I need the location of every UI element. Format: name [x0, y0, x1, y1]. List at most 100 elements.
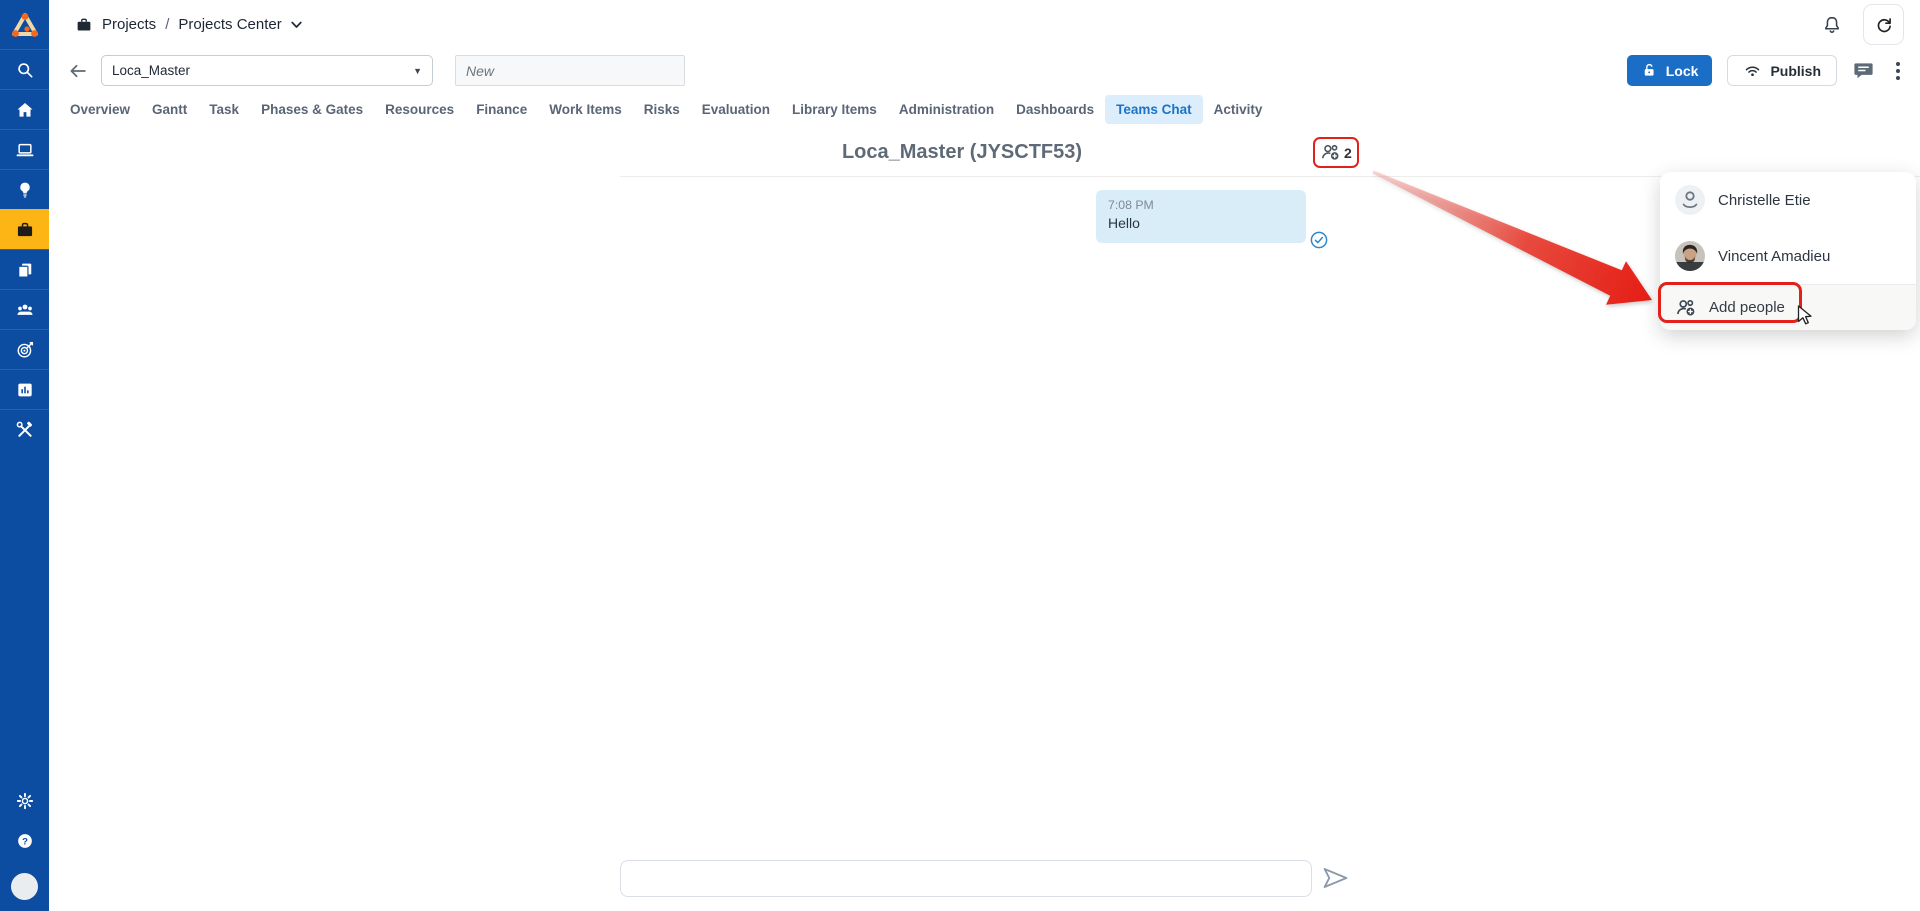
new-item-field[interactable] — [455, 55, 685, 86]
target-icon — [15, 340, 35, 360]
check-circle-icon — [1310, 231, 1328, 249]
select-caret-icon: ▼ — [413, 66, 422, 76]
tab-work-items[interactable]: Work Items — [538, 95, 633, 124]
tab-gantt[interactable]: Gantt — [141, 95, 198, 124]
team-icon — [15, 300, 35, 320]
sidebar-item-library[interactable] — [0, 249, 49, 289]
project-toolbar: Loca_Master ▼ Lock Publish — [49, 49, 1920, 92]
refresh-button[interactable] — [1863, 4, 1904, 45]
breadcrumb-root[interactable]: Projects — [102, 16, 156, 33]
sidebar-item-profile[interactable] — [0, 861, 49, 911]
tools-icon — [15, 420, 35, 440]
tab-dashboards[interactable]: Dashboards — [1005, 95, 1105, 124]
project-tabs: Overview Gantt Task Phases & Gates Resou… — [49, 92, 1920, 126]
back-button[interactable] — [67, 60, 89, 82]
member-name: Vincent Amadieu — [1718, 248, 1830, 265]
kebab-menu-icon — [1896, 62, 1900, 66]
project-selector-value: Loca_Master — [112, 63, 190, 78]
tab-task[interactable]: Task — [198, 95, 250, 124]
member-name: Christelle Etie — [1718, 192, 1811, 209]
tab-finance[interactable]: Finance — [465, 95, 538, 124]
tab-overview[interactable]: Overview — [59, 95, 141, 124]
toolbar-actions: Lock Publish — [1627, 55, 1906, 86]
tab-teams-chat[interactable]: Teams Chat — [1105, 95, 1203, 124]
tab-activity[interactable]: Activity — [1203, 95, 1274, 124]
back-arrow-icon — [67, 60, 89, 82]
person-add-icon — [1675, 297, 1697, 319]
tab-library-items[interactable]: Library Items — [781, 95, 888, 124]
sidebar-item-tools[interactable] — [0, 409, 49, 449]
annotation-red-arrow — [1350, 160, 1680, 320]
svg-text:?: ? — [22, 836, 28, 847]
chat-message-input[interactable] — [620, 860, 1312, 897]
lock-button[interactable]: Lock — [1627, 55, 1713, 86]
tab-evaluation[interactable]: Evaluation — [691, 95, 781, 124]
sidebar-item-ideas[interactable] — [0, 169, 49, 209]
sidebar-item-projects[interactable] — [0, 209, 49, 249]
person-icon — [1675, 185, 1705, 215]
sidebar-bottom-group: ? — [0, 781, 49, 911]
logo-triangle-icon — [10, 10, 40, 40]
more-options-button[interactable] — [1890, 58, 1906, 84]
chat-bubble-icon — [1852, 59, 1875, 82]
publish-button-label: Publish — [1770, 63, 1821, 79]
refresh-icon — [1874, 15, 1894, 35]
member-avatar-photo — [1675, 241, 1705, 271]
help-icon: ? — [15, 831, 35, 851]
documents-icon — [15, 260, 35, 280]
top-header: Projects / Projects Center — [49, 0, 1920, 49]
members-count: 2 — [1344, 145, 1352, 161]
briefcase-icon — [15, 220, 35, 240]
app-logo[interactable] — [0, 0, 49, 49]
sidebar: ? — [0, 0, 49, 911]
add-people-label: Add people — [1709, 299, 1785, 316]
tab-phases-gates[interactable]: Phases & Gates — [250, 95, 374, 124]
notifications-button[interactable] — [1821, 14, 1843, 36]
send-message-button[interactable] — [1322, 866, 1349, 893]
breadcrumb-separator: / — [165, 16, 169, 33]
message-text: Hello — [1108, 215, 1294, 231]
sidebar-item-goals[interactable] — [0, 329, 49, 369]
breadcrumb[interactable]: Projects / Projects Center — [75, 16, 302, 34]
lightbulb-icon — [15, 180, 35, 200]
message-read-receipt — [1310, 231, 1328, 254]
sidebar-item-search[interactable] — [0, 49, 49, 89]
chevron-down-icon — [291, 21, 302, 29]
photo-avatar-icon — [1675, 241, 1705, 271]
sidebar-item-resources[interactable] — [0, 289, 49, 329]
person-add-icon — [1320, 142, 1341, 163]
sidebar-item-help[interactable]: ? — [0, 821, 49, 861]
members-dropdown: Christelle Etie Vincent Amadieu — [1660, 172, 1916, 330]
tab-resources[interactable]: Resources — [374, 95, 465, 124]
laptop-icon — [15, 140, 35, 160]
sidebar-item-home[interactable] — [0, 89, 49, 129]
bell-icon — [1821, 14, 1843, 36]
header-actions — [1821, 4, 1904, 45]
tab-risks[interactable]: Risks — [633, 95, 691, 124]
comments-button[interactable] — [1852, 59, 1875, 82]
home-icon — [15, 100, 35, 120]
briefcase-icon — [75, 16, 93, 34]
breadcrumb-current[interactable]: Projects Center — [178, 16, 281, 33]
member-row-vincent[interactable]: Vincent Amadieu — [1660, 228, 1916, 284]
chat-title: Loca_Master (JYSCTF53) — [620, 141, 1304, 164]
gear-icon — [15, 791, 35, 811]
member-avatar-placeholder — [1675, 185, 1705, 215]
lock-button-label: Lock — [1666, 63, 1699, 79]
sidebar-item-settings[interactable] — [0, 781, 49, 821]
project-selector[interactable]: Loca_Master ▼ — [101, 55, 433, 86]
publish-button[interactable]: Publish — [1727, 55, 1837, 86]
add-people-button[interactable]: Add people — [1660, 285, 1916, 330]
member-row-christelle[interactable]: Christelle Etie — [1660, 172, 1916, 228]
unlock-padlock-icon — [1641, 62, 1658, 79]
publish-wifi-icon — [1743, 61, 1762, 80]
tab-administration[interactable]: Administration — [888, 95, 1005, 124]
sidebar-item-workstation[interactable] — [0, 129, 49, 169]
user-avatar — [11, 873, 38, 900]
chat-members-button[interactable]: 2 — [1313, 137, 1359, 168]
send-plane-icon — [1322, 866, 1349, 890]
search-icon — [15, 60, 35, 80]
sidebar-item-reports[interactable] — [0, 369, 49, 409]
chat-message-outgoing: 7:08 PM Hello — [1096, 190, 1306, 243]
bar-chart-icon — [15, 380, 35, 400]
